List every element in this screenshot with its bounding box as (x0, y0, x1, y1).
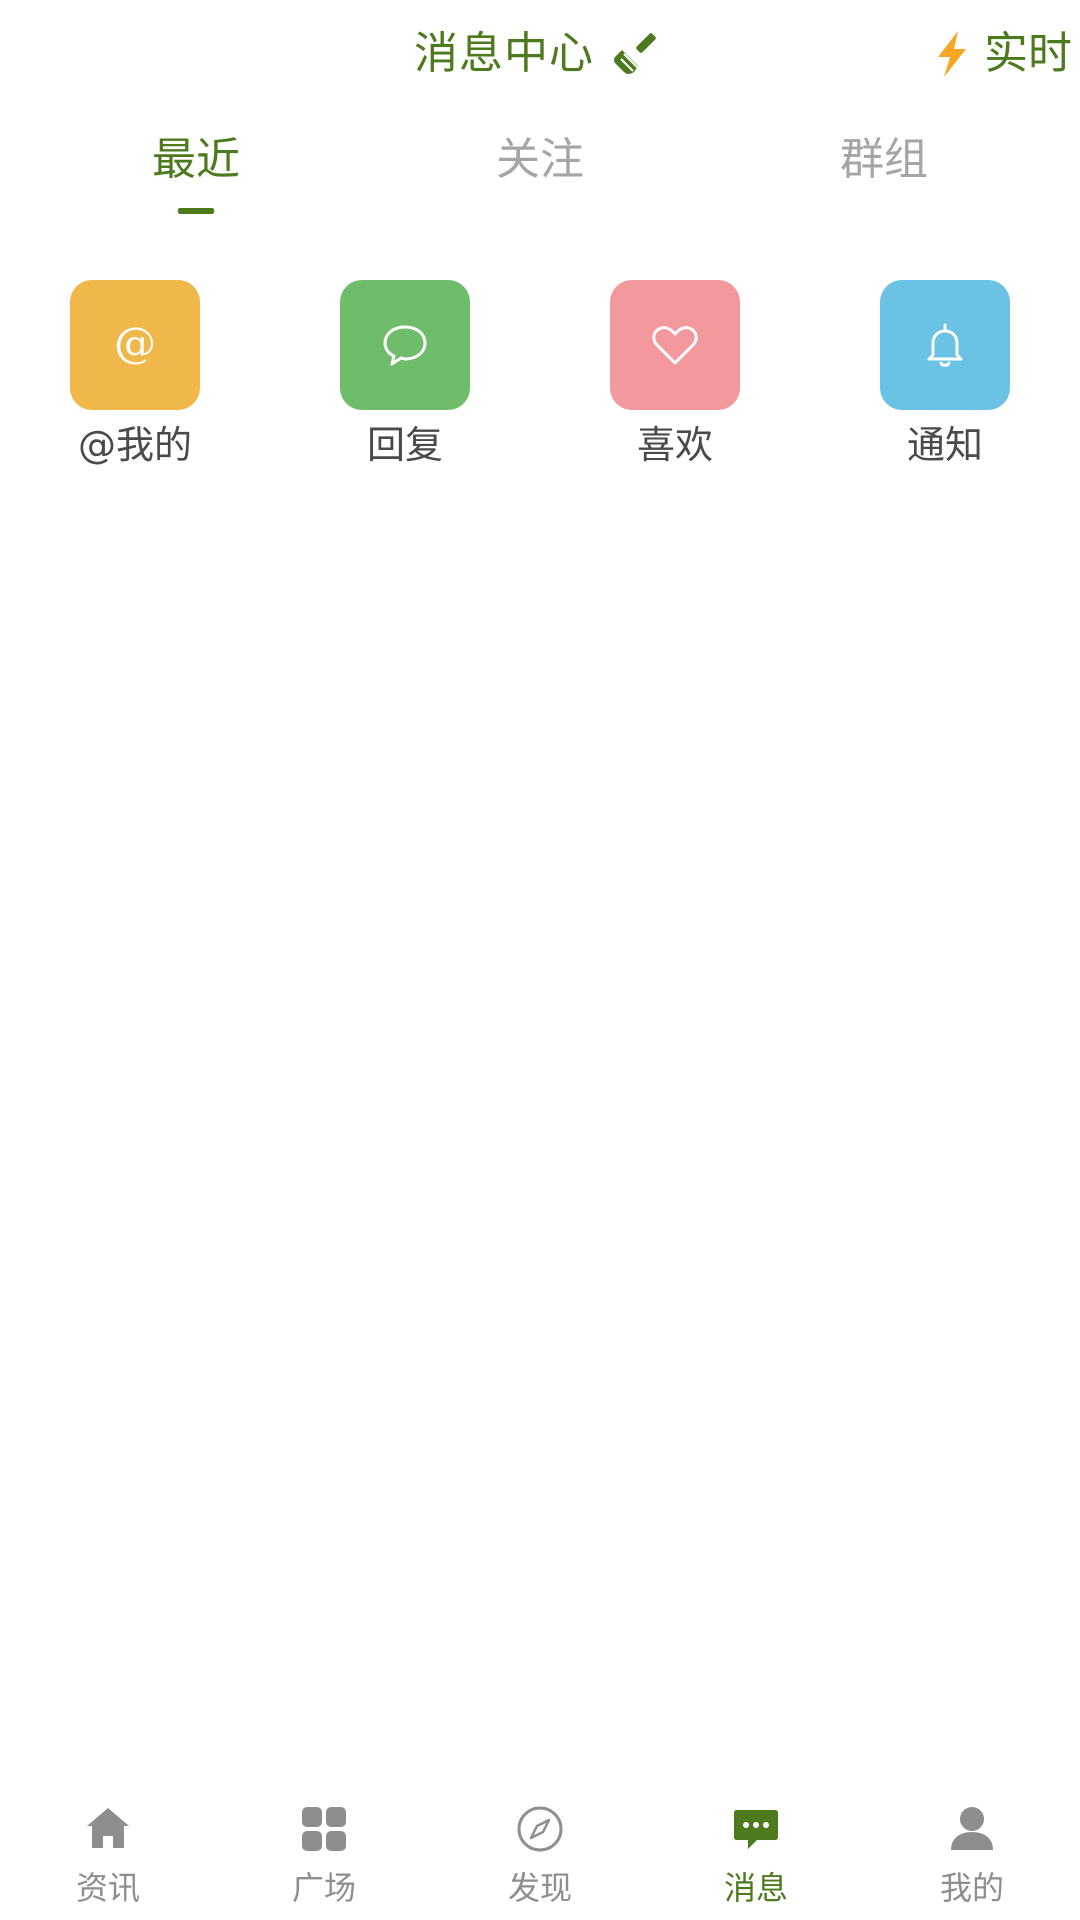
nav-label: 消息 (723, 1869, 788, 1907)
quick-item-notifications[interactable]: 通知 (845, 280, 1045, 480)
svg-text:@: @ (114, 318, 156, 367)
header-bar: 消息中心 实时 (0, 0, 1080, 110)
nav-item-news[interactable]: 资讯 (0, 1790, 216, 1920)
heart-icon (652, 326, 698, 365)
quick-entries: @ @我的 回复 喜欢 通知 (0, 280, 1080, 480)
page-title: 消息中心 (414, 28, 594, 79)
tab-groups[interactable]: 群组 (784, 130, 984, 230)
broom-icon[interactable] (612, 28, 664, 80)
tab-label: 关注 (496, 134, 584, 185)
tab-label: 最近 (152, 134, 240, 185)
quick-item-label: 回复 (366, 423, 443, 467)
bottom-navigation: 资讯 广场 发现 消息 我的 (0, 1790, 1080, 1920)
tab-label: 群组 (840, 134, 928, 185)
grid-icon (302, 1807, 346, 1851)
message-tabs: 最近 关注 群组 (0, 130, 1080, 230)
quick-item-likes[interactable]: 喜欢 (575, 280, 775, 480)
active-tab-indicator (178, 208, 214, 214)
tab-following[interactable]: 关注 (440, 130, 640, 230)
realtime-toggle[interactable]: 实时 (930, 26, 1072, 82)
at-icon: @ (114, 318, 156, 367)
quick-item-label: 通知 (906, 423, 983, 467)
realtime-label: 实时 (984, 28, 1072, 79)
likes-tile (610, 280, 740, 410)
replies-tile (340, 280, 470, 410)
quick-item-label: @我的 (77, 423, 192, 467)
compass-icon (517, 1806, 563, 1852)
nav-label: 发现 (507, 1869, 572, 1907)
quick-item-mentions[interactable]: @ @我的 (35, 280, 235, 480)
nav-item-discover[interactable]: 发现 (432, 1790, 648, 1920)
message-icon (734, 1810, 778, 1849)
nav-label: 我的 (939, 1869, 1004, 1907)
chat-bubble-icon (383, 325, 427, 366)
notifications-tile (880, 280, 1010, 410)
tab-recent[interactable]: 最近 (96, 130, 296, 230)
nav-item-me[interactable]: 我的 (864, 1790, 1080, 1920)
nav-label: 广场 (291, 1869, 356, 1907)
quick-item-replies[interactable]: 回复 (305, 280, 505, 480)
bell-icon (927, 323, 963, 367)
nav-label: 资讯 (75, 1869, 140, 1907)
home-icon (87, 1808, 129, 1848)
mentions-tile: @ (70, 280, 200, 410)
lightning-icon (938, 31, 966, 77)
user-icon (951, 1807, 993, 1850)
nav-item-messages[interactable]: 消息 (648, 1790, 864, 1920)
message-center-screen: 消息中心 实时 最近 关注 群组 @ @我的 回复 喜欢 通知 资讯 广场 发现… (0, 0, 1080, 1920)
quick-item-label: 喜欢 (636, 423, 713, 467)
nav-item-square[interactable]: 广场 (216, 1790, 432, 1920)
